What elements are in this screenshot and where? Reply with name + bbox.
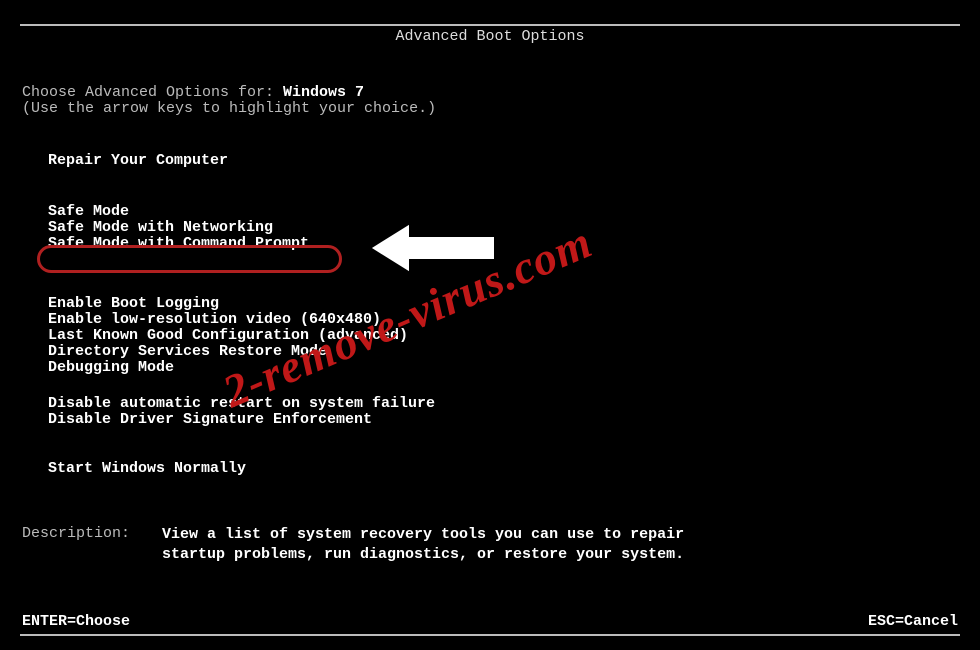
border-top (20, 24, 960, 26)
menu-item-safe-mode[interactable]: Safe Mode (48, 203, 129, 220)
instruction-line: (Use the arrow keys to highlight your ch… (22, 100, 436, 117)
menu-item-boot-logging[interactable]: Enable Boot Logging (48, 295, 219, 312)
arrow-icon (370, 218, 500, 278)
prompt-line: Choose Advanced Options for: Windows 7 (22, 84, 364, 101)
footer-enter: ENTER=Choose (22, 613, 130, 630)
description-text: View a list of system recovery tools you… (162, 525, 742, 564)
menu-item-directory-restore[interactable]: Directory Services Restore Mode (48, 343, 327, 360)
menu-item-disable-restart[interactable]: Disable automatic restart on system fail… (48, 395, 435, 412)
description-label: Description: (22, 525, 130, 542)
menu-item-safe-mode-networking[interactable]: Safe Mode with Networking (48, 219, 273, 236)
border-bottom (20, 634, 960, 636)
menu-item-disable-signature[interactable]: Disable Driver Signature Enforcement (48, 411, 372, 428)
selection-highlight (37, 245, 342, 273)
menu-item-debugging[interactable]: Debugging Mode (48, 359, 174, 376)
footer-esc: ESC=Cancel (868, 613, 958, 630)
os-name: Windows 7 (283, 84, 364, 101)
prompt-prefix: Choose Advanced Options for: (22, 84, 283, 101)
menu-item-start-normally[interactable]: Start Windows Normally (48, 460, 246, 477)
menu-item-low-res[interactable]: Enable low-resolution video (640x480) (48, 311, 381, 328)
screen-title: Advanced Boot Options (0, 28, 980, 45)
menu-item-last-known-good[interactable]: Last Known Good Configuration (advanced) (48, 327, 408, 344)
menu-item-repair[interactable]: Repair Your Computer (48, 152, 228, 169)
